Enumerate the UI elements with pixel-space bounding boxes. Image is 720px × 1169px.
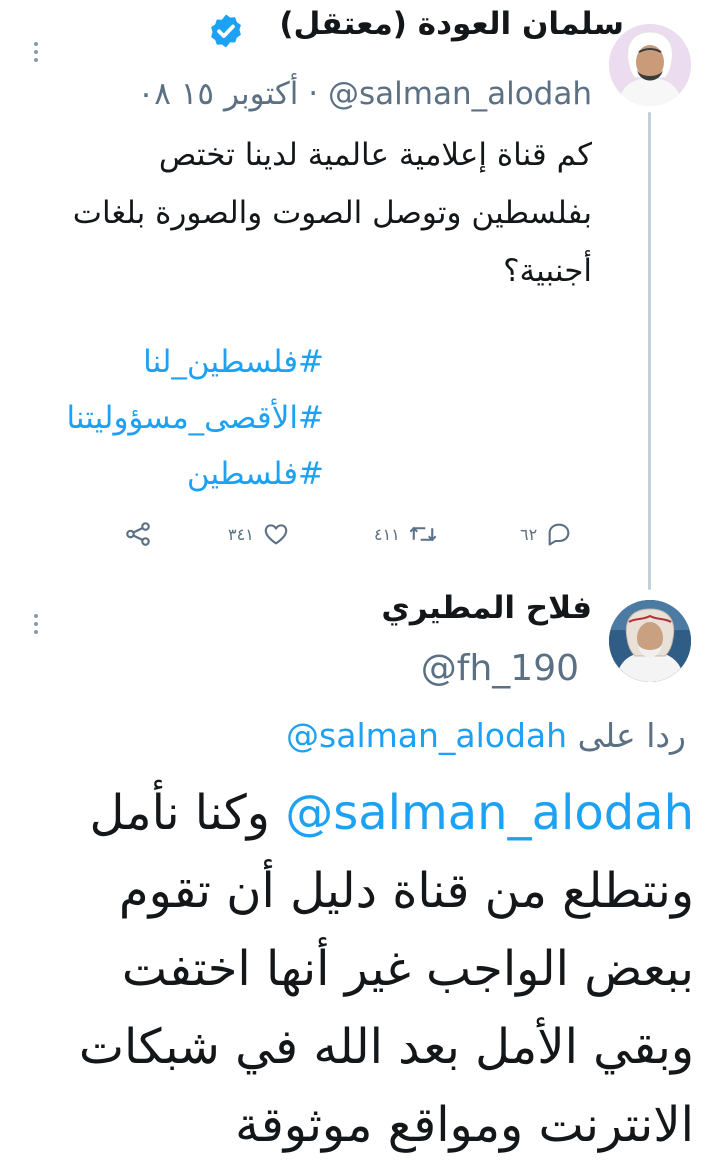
- reply-handle[interactable]: @fh_190: [421, 648, 579, 689]
- hashtag-link[interactable]: #الأقصى_مسؤوليتنا: [66, 400, 324, 436]
- handle-and-date: أكتوبر ١٥ ٠٨ · @salman_alodah: [138, 76, 592, 112]
- thread-connector-line: [648, 112, 651, 590]
- reply-author-name[interactable]: فلاح المطيري: [381, 590, 592, 626]
- reply-text-block: @salman_alodah وكنا نأمل ونتطلع من قناة …: [30, 774, 694, 1164]
- hashtag-link[interactable]: #فلسطين_لنا: [143, 344, 324, 380]
- reply-icon: [548, 523, 570, 546]
- avatar[interactable]: [609, 600, 691, 682]
- handle[interactable]: @salman_alodah: [328, 76, 592, 112]
- replying-to: @salman_alodah ردا على: [286, 716, 686, 755]
- like-count: ٣٤١: [228, 524, 254, 544]
- separator: ·: [308, 76, 319, 112]
- more-vertical-icon[interactable]: [33, 42, 39, 66]
- replying-to-handle[interactable]: @salman_alodah: [286, 716, 567, 755]
- date[interactable]: أكتوبر ١٥: [181, 76, 299, 112]
- heart-icon: [264, 524, 288, 545]
- verified-badge-icon: [211, 14, 241, 48]
- reply-count: ٦٢: [520, 524, 538, 544]
- author-name[interactable]: سلمان العودة (معتقل): [279, 6, 624, 42]
- mention-link[interactable]: @salman_alodah: [285, 785, 694, 841]
- retweet-icon: [409, 526, 437, 542]
- reply-button[interactable]: ٦٢: [520, 518, 573, 550]
- retweet-count: ٤١١: [374, 524, 400, 544]
- like-button[interactable]: ٣٤١: [228, 518, 290, 550]
- hashtag-link[interactable]: #فلسطين: [187, 456, 324, 492]
- retweet-button[interactable]: ٤١١: [374, 518, 438, 550]
- share-button[interactable]: [122, 518, 154, 550]
- share-icon: [126, 522, 150, 546]
- time: ٠٨: [137, 76, 171, 112]
- tweet-text: كم قناة إعلامية عالمية لدينا تختص بفلسطي…: [72, 137, 592, 289]
- more-vertical-icon[interactable]: [33, 614, 39, 638]
- replying-to-prefix: ردا على: [577, 716, 686, 755]
